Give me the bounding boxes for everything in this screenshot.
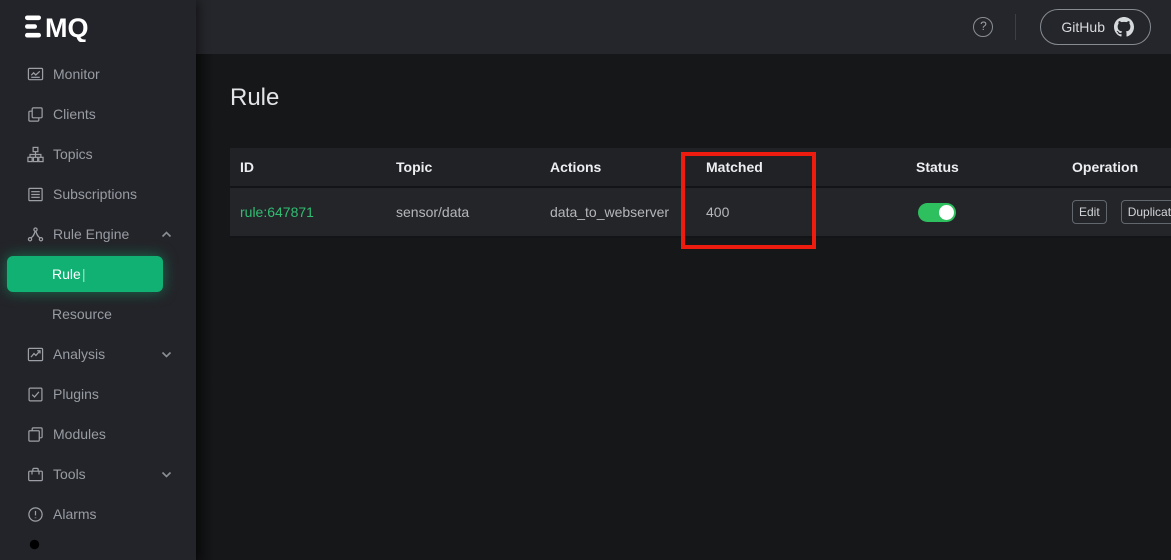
github-button-label: GitHub [1061,19,1105,35]
sidebar-item-label: Rule [52,266,81,282]
status-toggle-knob [939,205,954,220]
topbar: ? GitHub [196,0,1171,54]
sidebar-item-analysis[interactable]: Analysis [0,334,196,374]
sidebar-item-label: Plugins [53,386,99,402]
github-icon [1114,17,1134,37]
column-header-id: ID [230,159,386,175]
chevron-down-icon [161,351,172,358]
edit-button[interactable]: Edit [1072,200,1107,224]
column-header-topic: Topic [386,159,540,175]
sidebar-item-partial[interactable] [0,534,196,560]
rule-topic-cell: sensor/data [386,204,540,220]
sidebar-item-label: Subscriptions [53,186,137,202]
table-header-row: ID Topic Actions Matched Status Operatio… [230,148,1171,188]
sidebar-item-label: Analysis [53,346,105,362]
analysis-icon [26,345,44,363]
sidebar-item-rule[interactable]: Rule| [7,256,163,292]
gear-icon [26,536,43,558]
rule-engine-icon [26,225,44,243]
logo-text: MQ [45,13,89,42]
table-row: rule:647871 sensor/data data_to_webserve… [230,188,1171,238]
sidebar-item-resource[interactable]: Resource [0,294,196,334]
rule-status-cell [906,203,1062,222]
sidebar-item-tools[interactable]: Tools [0,454,196,494]
column-header-operation: Operation [1062,159,1171,175]
sidebar-item-monitor[interactable]: Monitor [0,54,196,94]
column-header-matched: Matched [696,159,906,175]
alarm-icon [26,505,44,523]
modules-icon [26,425,44,443]
sidebar-item-label: Resource [52,306,112,322]
text-cursor: | [83,266,85,282]
sidebar-item-plugins[interactable]: Plugins [0,374,196,414]
status-toggle[interactable] [918,203,956,222]
tools-icon [26,465,44,483]
sidebar-item-label: Modules [53,426,106,442]
sidebar-item-rule-engine[interactable]: Rule Engine [0,214,196,254]
rule-matched-cell: 400 [696,204,906,220]
sidebar-item-label: Topics [53,146,93,162]
chevron-down-icon [161,471,172,478]
help-icon[interactable]: ? [973,17,993,37]
clients-icon [26,105,44,123]
page-title: Rule [230,84,279,112]
topbar-divider [1015,14,1016,40]
sidebar-nav: Monitor Clients Topics Subscriptions Rul [0,54,196,560]
rule-id-link[interactable]: rule:647871 [240,204,314,220]
main-content: Rule ID Topic Actions Matched Status Ope… [196,54,1171,560]
sidebar-item-alarms[interactable]: Alarms [0,494,196,534]
monitor-icon [26,65,44,83]
column-header-actions: Actions [540,159,696,175]
sidebar-item-subscriptions[interactable]: Subscriptions [0,174,196,214]
rule-actions-cell: data_to_webserver [540,204,696,220]
sidebar-item-label: Alarms [53,506,97,522]
sidebar-item-clients[interactable]: Clients [0,94,196,134]
chevron-up-icon [161,231,172,238]
sidebar-item-label: Clients [53,106,96,122]
sidebar-item-modules[interactable]: Modules [0,414,196,454]
emq-logo: MQ [0,0,196,54]
subscriptions-icon [26,185,44,203]
rule-table: ID Topic Actions Matched Status Operatio… [230,148,1171,238]
sidebar-item-label: Monitor [53,66,100,82]
column-header-status: Status [906,159,1062,175]
sidebar-item-label: Rule Engine [53,226,129,242]
duplicate-button[interactable]: Duplicate [1121,200,1171,224]
rule-id-cell: rule:647871 [230,204,386,220]
sidebar-item-label: Tools [53,466,86,482]
rule-operation-cell: Edit Duplicate [1062,200,1171,224]
topics-icon [26,145,44,163]
sidebar-item-topics[interactable]: Topics [0,134,196,174]
emq-logo-icon: MQ [25,12,107,42]
plugins-icon [26,385,44,403]
sidebar: MQ Monitor Clients Topics Subscri [0,0,196,560]
github-button[interactable]: GitHub [1040,9,1151,45]
